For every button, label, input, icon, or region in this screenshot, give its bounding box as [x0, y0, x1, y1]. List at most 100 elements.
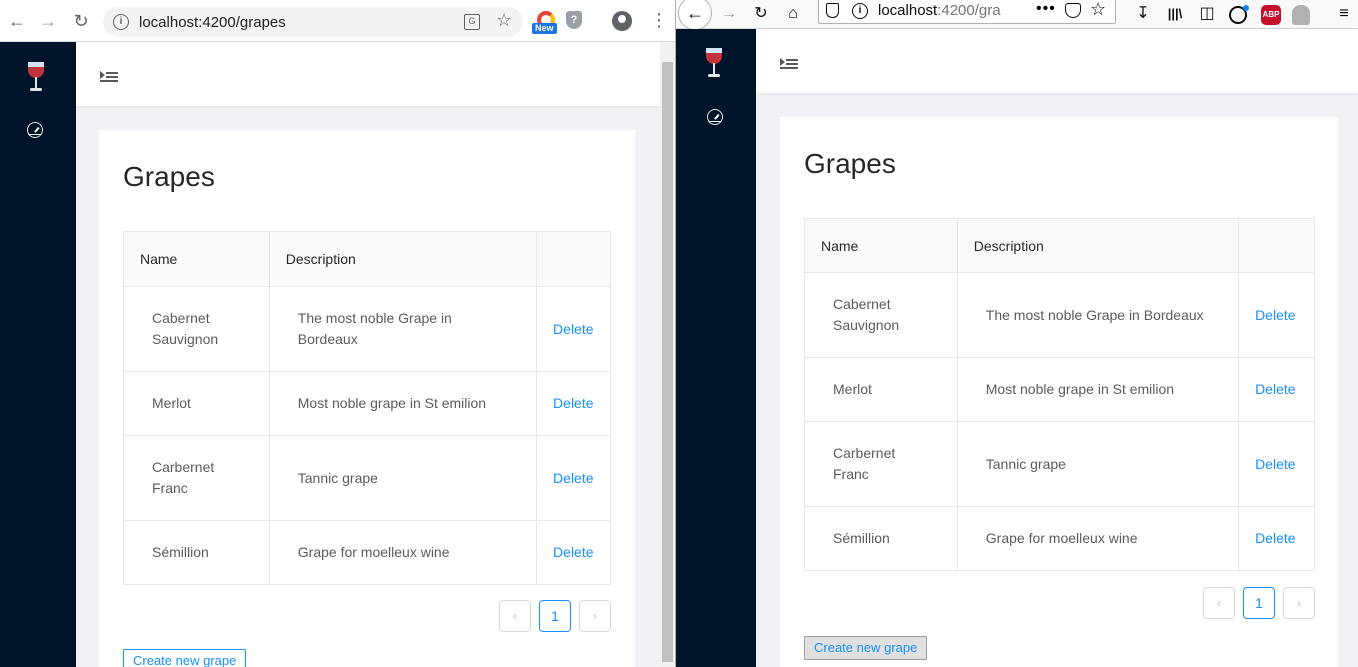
site-info-icon[interactable]: i	[852, 3, 868, 19]
pagination-page-1[interactable]: 1	[1243, 587, 1275, 619]
cell-action: Delete	[536, 435, 611, 521]
firefox-menu-icon[interactable]: ≡	[1333, 4, 1355, 24]
firefox-toolbar: ← → ↻ ⌂ i localhost:4200/gra ••• ☆ ↧ |||…	[676, 0, 1358, 30]
chrome-menu-icon[interactable]: ⋮	[650, 10, 668, 30]
page-title: Grapes	[804, 148, 896, 179]
grapes-table: Name Description Cabernet Sauvignon The m…	[123, 231, 611, 585]
cell-action: Delete	[536, 286, 611, 372]
create-new-grape-button[interactable]: Create new grape	[123, 649, 247, 667]
cell-action: Delete	[536, 520, 611, 585]
translate-icon[interactable]: G	[464, 14, 480, 30]
table-row: Cabernet Sauvignon The most noble Grape i…	[123, 286, 611, 372]
table-row: Merlot Most noble grape in St emilion De…	[804, 357, 1315, 422]
back-arrow-icon[interactable]: ←	[678, 0, 712, 30]
chrome-toolbar: ← → ↻ i localhost:4200/grapes G ☆ New ? …	[0, 0, 675, 42]
firefox-account-icon[interactable]	[1229, 5, 1249, 24]
pagination-next-button[interactable]: ›	[1283, 587, 1315, 619]
cell-action: Delete	[1238, 506, 1315, 571]
column-header-description: Description	[268, 231, 538, 287]
cell-name: Cabernet Sauvignon	[123, 286, 270, 372]
delete-link[interactable]: Delete	[1255, 307, 1295, 323]
reload-icon[interactable]: ↻	[69, 9, 93, 33]
wine-glass-logo-icon[interactable]	[26, 62, 46, 94]
site-info-icon[interactable]: i	[113, 14, 129, 30]
back-arrow-icon[interactable]: ←	[5, 9, 29, 33]
library-icon[interactable]: |||\	[1164, 4, 1186, 24]
tracking-shield-icon[interactable]	[826, 3, 839, 18]
content-card: Grapes Name Description Cabernet Sauvigno…	[99, 130, 635, 667]
chrome-url-text: localhost:4200/grapes	[139, 14, 286, 31]
forward-arrow-icon[interactable]: →	[718, 4, 740, 24]
sidebar-toggle-icon[interactable]: ◫	[1196, 4, 1218, 24]
bookmark-star-icon[interactable]: ☆	[496, 10, 512, 31]
content-card: Grapes Name Description Cabernet Sauvigno…	[780, 117, 1338, 667]
wine-glass-logo-icon[interactable]	[704, 48, 724, 80]
adblock-plus-icon[interactable]: ABP	[1261, 5, 1281, 25]
sidebar	[0, 42, 76, 667]
cell-description: Tannic grape	[956, 421, 1240, 507]
delete-link[interactable]: Delete	[1255, 530, 1295, 546]
menu-fold-icon[interactable]	[780, 55, 798, 69]
cell-description: The most noble Grape in Bordeaux	[956, 272, 1240, 358]
delete-link[interactable]: Delete	[553, 544, 593, 560]
create-new-grape-button[interactable]: Create new grape	[804, 636, 928, 660]
reload-icon[interactable]: ↻	[750, 4, 772, 24]
pocket-icon[interactable]	[1065, 3, 1081, 18]
cell-name: Carbernet Franc	[123, 435, 270, 521]
ghostery-icon[interactable]	[1292, 5, 1310, 25]
cell-name: Merlot	[804, 357, 958, 422]
delete-link[interactable]: Delete	[1255, 381, 1295, 397]
table-row: Carbernet Franc Tannic grape Delete	[804, 421, 1315, 507]
chrome-address-bar[interactable]: i localhost:4200/grapes G ☆	[103, 7, 523, 37]
firefox-address-bar[interactable]: i localhost:4200/gra ••• ☆	[818, 0, 1116, 24]
cell-description: Most noble grape in St emilion	[956, 357, 1240, 422]
grapes-table: Name Description Cabernet Sauvignon The m…	[804, 218, 1315, 571]
forward-arrow-icon[interactable]: →	[36, 9, 60, 33]
chrome-window: ← → ↻ i localhost:4200/grapes G ☆ New ? …	[0, 0, 675, 667]
delete-link[interactable]: Delete	[553, 395, 593, 411]
pagination-prev-button[interactable]: ‹	[1203, 587, 1235, 619]
cell-name: Sémillion	[804, 506, 958, 571]
cell-name: Carbernet Franc	[804, 421, 958, 507]
pagination-prev-button[interactable]: ‹	[499, 600, 531, 632]
column-header-name: Name	[804, 218, 958, 273]
page-actions-icon[interactable]: •••	[1036, 0, 1056, 18]
column-header-action	[1238, 218, 1315, 273]
cell-action: Delete	[1238, 357, 1315, 422]
dashboard-icon[interactable]	[27, 122, 43, 138]
cell-description: Tannic grape	[268, 435, 538, 521]
app-header	[756, 29, 1358, 93]
cell-action: Delete	[536, 371, 611, 436]
cell-description: Grape for moelleux wine	[956, 506, 1240, 571]
bookmark-star-icon[interactable]: ☆	[1090, 0, 1106, 20]
cell-action: Delete	[1238, 272, 1315, 358]
screen: ← → ↻ i localhost:4200/grapes G ☆ New ? …	[0, 0, 1358, 667]
home-icon[interactable]: ⌂	[782, 4, 804, 24]
page-title: Grapes	[123, 161, 215, 192]
delete-link[interactable]: Delete	[553, 321, 593, 337]
cell-description: Grape for moelleux wine	[268, 520, 538, 585]
cell-name: Sémillion	[123, 520, 270, 585]
menu-fold-icon[interactable]	[100, 68, 118, 82]
firefox-window: ← → ↻ ⌂ i localhost:4200/gra ••• ☆ ↧ |||…	[675, 0, 1358, 667]
chrome-scrollbar[interactable]	[660, 42, 675, 667]
pagination-page-1[interactable]: 1	[539, 600, 571, 632]
column-header-action	[536, 231, 611, 287]
table-row: Sémillion Grape for moelleux wine Delete	[123, 520, 611, 585]
cell-description: Most noble grape in St emilion	[268, 371, 538, 436]
account-icon[interactable]	[612, 11, 632, 31]
extension-new-icon[interactable]: New	[532, 11, 557, 34]
table-row: Sémillion Grape for moelleux wine Delete	[804, 506, 1315, 571]
extension-shield-icon[interactable]: ?	[566, 11, 586, 31]
firefox-url-text: localhost:4200/gra	[878, 2, 1001, 19]
column-header-description: Description	[956, 218, 1240, 273]
delete-link[interactable]: Delete	[1255, 456, 1295, 472]
app-header	[76, 42, 660, 106]
pagination-next-button[interactable]: ›	[579, 600, 611, 632]
dashboard-icon[interactable]	[707, 109, 723, 125]
download-icon[interactable]: ↧	[1132, 4, 1154, 24]
delete-link[interactable]: Delete	[553, 470, 593, 486]
cell-name: Cabernet Sauvignon	[804, 272, 958, 358]
table-row: Merlot Most noble grape in St emilion De…	[123, 371, 611, 436]
cell-description: The most noble Grape in Bordeaux	[268, 286, 538, 372]
